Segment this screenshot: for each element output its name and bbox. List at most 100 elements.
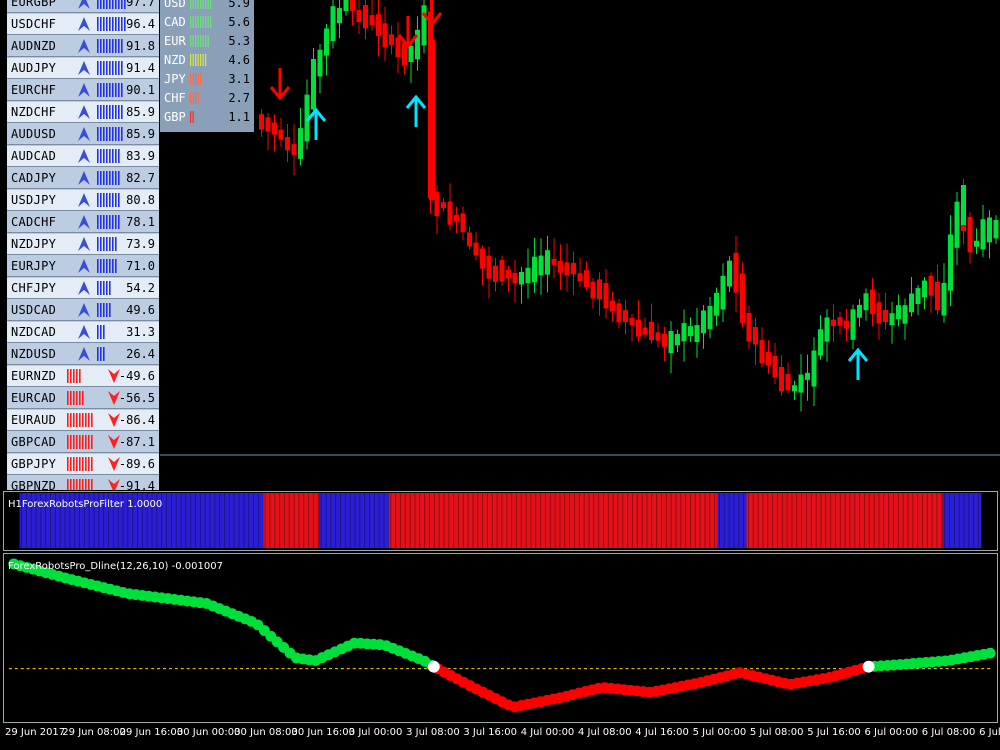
time-axis-label: 29 Jun 16:00: [119, 727, 184, 738]
strength-bars: [97, 259, 117, 273]
currency-code: EUR: [164, 34, 186, 48]
strength-row: USD 5.9: [160, 0, 254, 12]
signal-arrows: [269, 0, 869, 380]
strength-bars: [97, 193, 120, 207]
bull-arrow-icon: [78, 0, 90, 9]
pair-row[interactable]: CHFJPY 54.2: [7, 278, 159, 299]
pair-row[interactable]: USDCHF 96.4: [7, 14, 159, 35]
bear-candle: [467, 232, 472, 247]
pair-row[interactable]: AUDCAD 83.9: [7, 146, 159, 167]
filter-bear-zone: [263, 492, 320, 549]
pair-row[interactable]: GBPJPY -89.6: [7, 454, 159, 475]
bear-candle: [642, 327, 648, 335]
bull-candle: [538, 255, 544, 276]
bear-candle: [928, 275, 934, 296]
bear-candle: [935, 281, 940, 311]
bull-candle: [954, 201, 960, 248]
bear-candle: [759, 340, 765, 364]
pair-value: -49.6: [118, 369, 155, 383]
pair-row[interactable]: NZDJPY 73.9: [7, 234, 159, 255]
strength-value: 1.1: [228, 110, 250, 124]
pair-value: -91.4: [118, 479, 155, 490]
bear-candle: [785, 373, 791, 391]
pair-row[interactable]: AUDJPY 91.4: [7, 58, 159, 79]
pair-symbol: NZDJPY: [11, 237, 57, 251]
bull-candle: [896, 305, 901, 320]
pair-row[interactable]: NZDCAD 31.3: [7, 322, 159, 343]
strength-bars: [67, 391, 84, 405]
bear-candle: [740, 273, 745, 323]
pair-row[interactable]: USDJPY 80.8: [7, 190, 159, 211]
pair-row[interactable]: CADJPY 82.7: [7, 168, 159, 189]
bull-candle: [941, 282, 947, 316]
filter-bull-zone: [717, 492, 747, 549]
bull-candle: [902, 305, 908, 324]
time-axis-label: 29 Jun 2017: [5, 727, 66, 738]
bear-candle: [831, 319, 836, 327]
pair-row[interactable]: EURGBP 97.7: [7, 0, 159, 13]
pair-row[interactable]: USDCAD 49.6: [7, 300, 159, 321]
pair-row[interactable]: GBPNZD -91.4: [7, 476, 159, 490]
bull-candle: [343, 0, 349, 12]
pair-row[interactable]: EURAUD -86.4: [7, 410, 159, 431]
bull-arrow-icon: [78, 127, 90, 141]
filter-bear-zone: [746, 492, 943, 549]
bear-candle: [844, 320, 849, 329]
bear-candle: [512, 272, 518, 284]
filter-bull-zone: [942, 492, 982, 549]
pair-row[interactable]: CADCHF 78.1: [7, 212, 159, 233]
strength-bars: [97, 39, 123, 53]
bear-candle: [429, 40, 435, 200]
bull-candle: [824, 317, 830, 342]
pair-symbol: GBPCAD: [11, 435, 57, 449]
pair-row[interactable]: GBPCAD -87.1: [7, 432, 159, 453]
bull-candle: [668, 331, 674, 354]
bull-candle: [909, 293, 914, 313]
bull-candle: [863, 293, 869, 311]
pair-value: 83.9: [126, 149, 155, 163]
bull-candle: [714, 292, 719, 316]
pair-row[interactable]: EURJPY 71.0: [7, 256, 159, 277]
currency-code: NZD: [164, 53, 186, 67]
strength-value: 5.6: [228, 15, 250, 29]
pair-row[interactable]: NZDUSD 26.4: [7, 344, 159, 365]
pair-value: 54.2: [126, 281, 155, 295]
time-axis-label: 3 Jul 08:00: [406, 727, 460, 738]
bull-candle: [948, 234, 953, 291]
bear-candle: [278, 129, 284, 140]
bull-candle: [324, 28, 329, 56]
strength-level-bars: [190, 0, 212, 9]
strength-bars: [97, 237, 117, 251]
time-axis-label: 4 Jul 00:00: [520, 727, 575, 738]
bear-candle: [616, 303, 622, 323]
pair-row[interactable]: EURNZD -49.6: [7, 366, 159, 387]
bull-arrow-icon: [78, 149, 90, 163]
time-axis-label: 4 Jul 08:00: [578, 727, 632, 738]
time-axis-label: 30 Jun 08:00: [234, 727, 298, 738]
bull-candle: [974, 240, 979, 247]
pair-row[interactable]: AUDNZD 91.8: [7, 36, 159, 57]
pair-symbol: CADCHF: [11, 215, 57, 229]
bear-candle: [441, 202, 446, 209]
time-axis-label: 30 Jun 00:00: [176, 727, 241, 738]
strength-bars: [97, 17, 126, 31]
currency-code: JPY: [164, 72, 186, 86]
strength-value: 4.6: [228, 53, 250, 67]
currency-code: USD: [164, 0, 186, 10]
pair-row[interactable]: AUDUSD 85.9: [7, 124, 159, 145]
bear-candle: [376, 14, 381, 36]
strength-bars: [97, 325, 105, 339]
dline-oscillator[interactable]: [3, 553, 998, 723]
pair-row[interactable]: EURCAD -56.5: [7, 388, 159, 409]
pair-value: 82.7: [126, 171, 155, 185]
time-axis-label: 5 Jul 00:00: [692, 727, 747, 738]
pair-symbol: EURJPY: [11, 259, 57, 273]
pair-row[interactable]: EURCHF 90.1: [7, 80, 159, 101]
bull-candle: [720, 275, 726, 310]
strength-bars: [97, 127, 123, 141]
pair-symbol: AUDUSD: [11, 127, 57, 141]
pair-row[interactable]: NZDCHF 85.9: [7, 102, 159, 123]
strength-level-bars: [190, 111, 194, 123]
pair-symbol: USDCHF: [11, 17, 57, 31]
bear-candle: [480, 248, 485, 269]
